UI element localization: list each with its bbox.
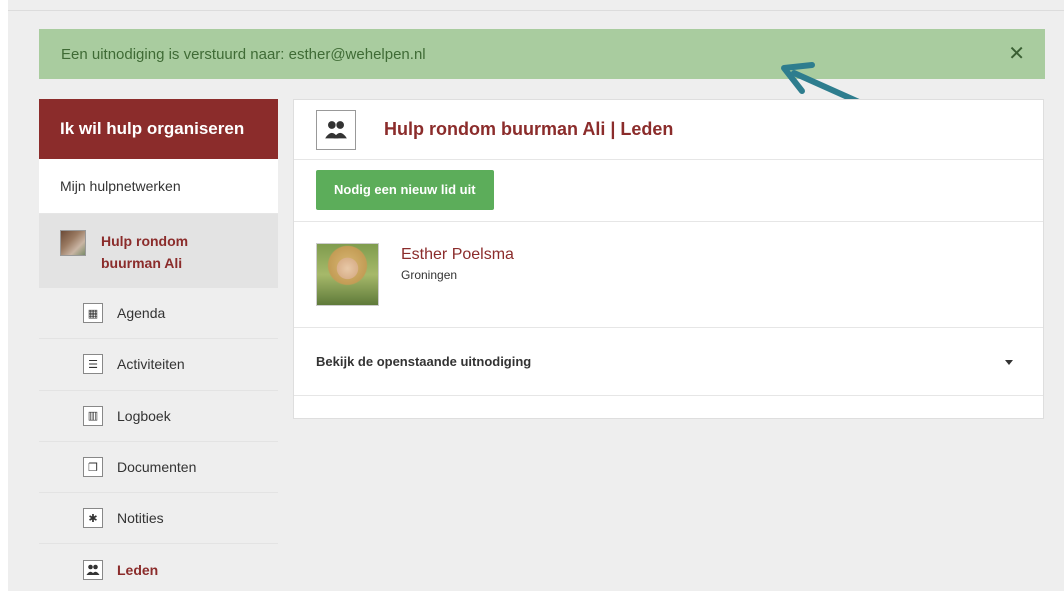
pin-icon: ✱: [83, 508, 103, 529]
panel-header: Hulp rondom buurman Ali | Leden: [294, 100, 1043, 160]
sidebar-item-logboek[interactable]: ▥ Logboek: [39, 390, 278, 442]
sidebar-header: Ik wil hulp organiseren: [39, 99, 278, 159]
sidebar-item-leden[interactable]: Leden: [39, 544, 278, 591]
close-icon[interactable]: ✕: [1008, 44, 1025, 64]
sidebar-item-label: Activiteiten: [117, 356, 185, 373]
sidebar-item-label: Leden: [117, 561, 159, 578]
members-icon: [83, 559, 103, 580]
documents-icon: ❐: [83, 457, 103, 478]
member-avatar[interactable]: [316, 243, 379, 306]
sidebar-item-activiteiten[interactable]: ☰ Activiteiten: [39, 339, 278, 391]
members-panel: Hulp rondom buurman Ali | Leden Nodig ee…: [293, 99, 1044, 419]
network-name: Hulp rondom buurman Ali: [101, 233, 189, 271]
sidebar-item-label: Agenda: [117, 305, 166, 322]
sidebar-item-documenten[interactable]: ❐ Documenten: [39, 441, 278, 494]
sidebar-item-my-networks[interactable]: Mijn hulpnetwerken: [39, 159, 278, 214]
chevron-down-icon: [1005, 359, 1013, 365]
list-icon: ☰: [83, 354, 103, 375]
calendar-icon: ▦: [83, 303, 103, 324]
member-city: Groningen: [401, 268, 458, 282]
invite-row: Nodig een nieuw lid uit: [294, 160, 1043, 222]
network-avatar: [60, 230, 86, 256]
book-icon: ▥: [83, 405, 103, 426]
alert-message: Een uitnodiging is verstuurd naar: esthe…: [61, 45, 426, 63]
sidebar-item-network[interactable]: Hulp rondom buurman Ali: [39, 214, 278, 288]
sidebar-item-label: Logboek: [117, 407, 171, 424]
member-name[interactable]: Esther Poelsma: [401, 246, 514, 264]
sidebar: Ik wil hulp organiseren Mijn hulpnetwerk…: [39, 99, 278, 591]
sidebar-item-label: Notities: [117, 510, 164, 527]
left-edge: [0, 0, 8, 591]
members-icon: [316, 109, 356, 150]
top-divider: [8, 10, 1064, 11]
member-card: Esther Poelsma Groningen: [294, 222, 1043, 328]
page-title: Hulp rondom buurman Ali | Leden: [384, 119, 674, 139]
pending-invitation-label: Bekijk de openstaande uitnodiging: [316, 354, 532, 369]
invite-member-button[interactable]: Nodig een nieuw lid uit: [316, 170, 494, 210]
sidebar-item-label: Documenten: [117, 459, 197, 476]
sidebar-item-agenda[interactable]: ▦ Agenda: [39, 288, 278, 340]
pending-invitation-toggle[interactable]: Bekijk de openstaande uitnodiging: [294, 328, 1043, 396]
sidebar-item-notities[interactable]: ✱ Notities: [39, 493, 278, 545]
member-info: Esther Poelsma Groningen: [401, 243, 514, 282]
